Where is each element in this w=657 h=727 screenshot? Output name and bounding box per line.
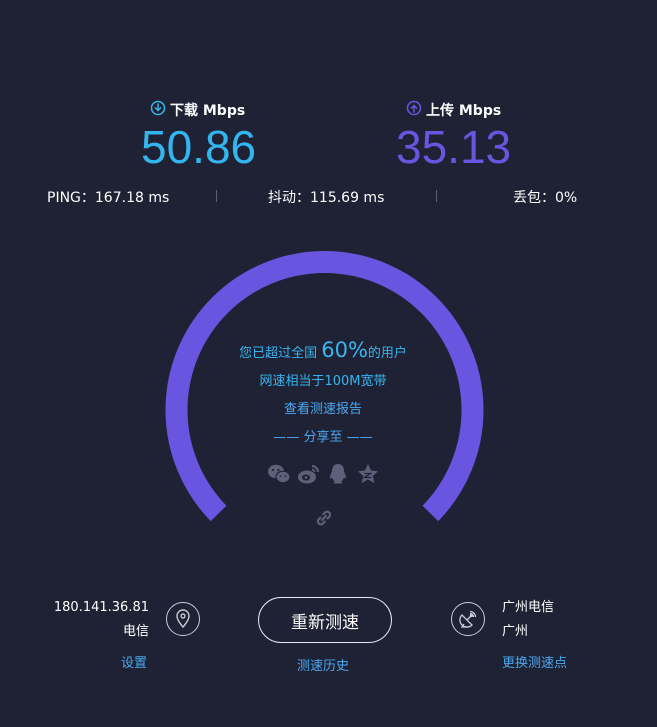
view-report-link[interactable]: 查看测速报告 [193,398,453,417]
client-isp: 电信 [122,624,149,639]
upload-label: 上传 Mbps [406,100,501,120]
server-city: 广州 [502,624,529,639]
jitter-stat: 抖动：115.69 ms [268,190,385,206]
location-pin-icon [166,602,200,636]
stat-divider [216,190,217,202]
speed-gauge [165,251,484,522]
qzone-icon[interactable] [356,462,380,486]
weibo-icon[interactable] [297,462,321,486]
server-isp: 广州电信 [502,600,555,615]
satellite-dish-icon [451,602,485,636]
download-value: 50.86 [141,121,257,173]
settings-link[interactable]: 设置 [121,652,147,671]
percentile-text: 您已超过全国 60%的用户 [239,338,407,362]
ping-stat: PING：167.18 ms [47,190,170,206]
download-icon [150,100,166,120]
share-label: —— 分享至 —— [273,430,373,445]
download-label: 下载 Mbps [150,100,245,120]
client-ip: 180.141.36.81 [53,600,149,615]
loss-stat: 丢包：0% [513,190,578,206]
stat-divider [436,190,437,202]
qq-icon[interactable] [326,462,350,486]
percentile-value: 60% [321,338,368,362]
bandwidth-equivalent: 网速相当于100M宽带 [259,374,387,389]
retest-button[interactable]: 重新测速 [258,597,392,643]
link-icon[interactable] [312,506,336,530]
upload-value: 35.13 [396,121,512,173]
upload-icon [406,100,422,120]
history-link[interactable]: 测速历史 [297,655,349,674]
change-server-link[interactable]: 更换测速点 [502,652,567,671]
wechat-icon[interactable] [267,462,291,486]
